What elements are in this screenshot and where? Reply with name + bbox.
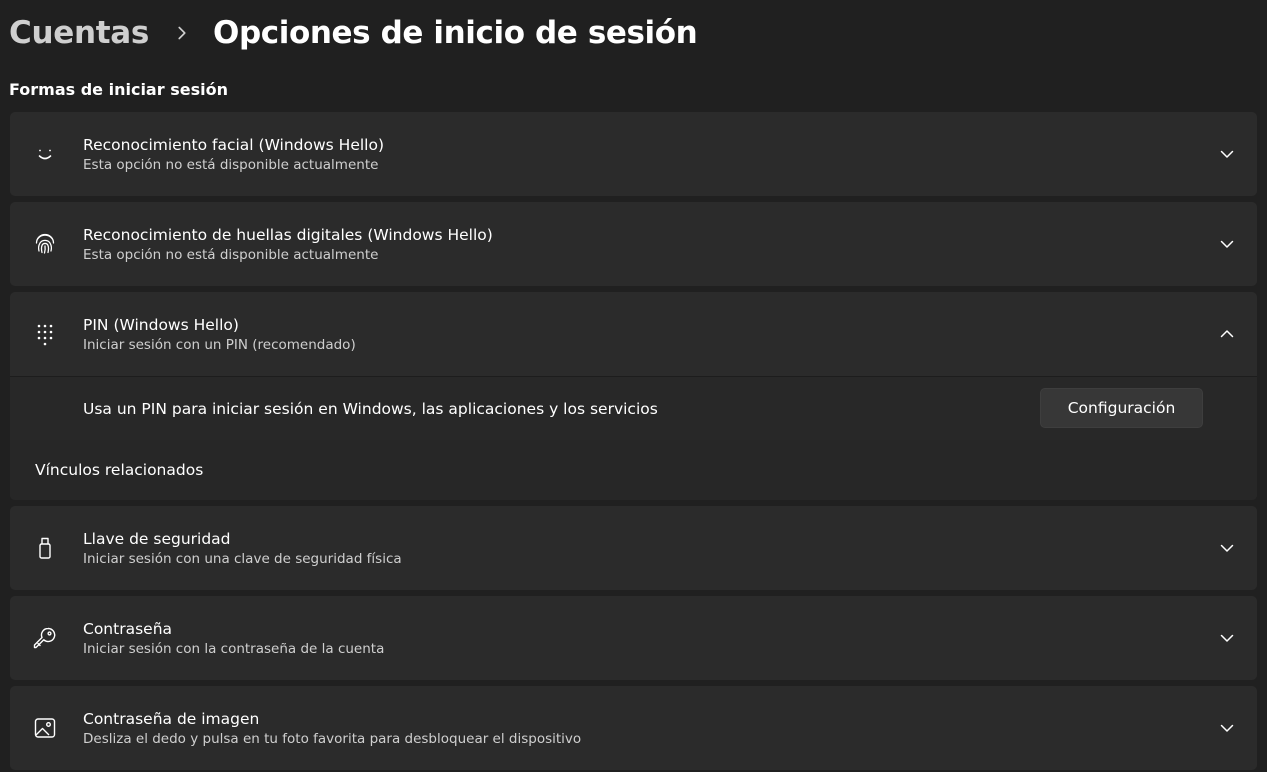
option-card-fingerprint[interactable]: Reconocimiento de huellas digitales (Win…: [10, 202, 1257, 286]
option-card-face[interactable]: Reconocimiento facial (Windows Hello) Es…: [10, 112, 1257, 196]
chevron-down-icon[interactable]: [1218, 539, 1236, 557]
chevron-down-icon[interactable]: [1218, 145, 1236, 163]
option-title: Reconocimiento facial (Windows Hello): [83, 135, 385, 154]
option-card-security-key[interactable]: Llave de seguridad Iniciar sesión con un…: [10, 506, 1257, 590]
option-header-security-key[interactable]: Llave de seguridad Iniciar sesión con un…: [10, 506, 1257, 590]
option-subtitle: Esta opción no está disponible actualmen…: [83, 246, 379, 263]
option-card-picture-password[interactable]: Contraseña de imagen Desliza el dedo y p…: [10, 686, 1257, 770]
picture-icon: [33, 716, 57, 740]
option-header-face[interactable]: Reconocimiento facial (Windows Hello) Es…: [10, 112, 1257, 196]
option-header-pin[interactable]: PIN (Windows Hello) Iniciar sesión con u…: [10, 292, 1257, 376]
smile-face-icon: [33, 142, 57, 166]
option-card-pin[interactable]: PIN (Windows Hello) Iniciar sesión con u…: [10, 292, 1257, 500]
option-card-password[interactable]: Contraseña Iniciar sesión con la contras…: [10, 596, 1257, 680]
key-icon: [33, 626, 57, 650]
chevron-down-icon[interactable]: [1218, 719, 1236, 737]
fingerprint-icon: [33, 232, 57, 256]
option-header-password[interactable]: Contraseña Iniciar sesión con la contras…: [10, 596, 1257, 680]
option-subtitle: Iniciar sesión con una clave de segurida…: [83, 550, 402, 567]
chevron-up-icon[interactable]: [1218, 325, 1236, 343]
option-subtitle: Desliza el dedo y pulsa en tu foto favor…: [83, 730, 582, 747]
breadcrumb-parent-link[interactable]: Cuentas: [9, 15, 149, 51]
keypad-dots-icon: [33, 322, 57, 346]
option-subtitle: Iniciar sesión con la contraseña de la c…: [83, 640, 385, 657]
option-title: Reconocimiento de huellas digitales (Win…: [83, 225, 493, 244]
chevron-down-icon[interactable]: [1218, 235, 1236, 253]
option-title: Llave de seguridad: [83, 529, 231, 548]
option-title: Contraseña: [83, 619, 173, 638]
option-header-fingerprint[interactable]: Reconocimiento de huellas digitales (Win…: [10, 202, 1257, 286]
related-links-row: Vínculos relacionados: [10, 440, 1257, 500]
pin-configuration-button[interactable]: Configuración: [1040, 388, 1203, 428]
option-title: Contraseña de imagen: [83, 709, 260, 728]
sign-in-options-page: Cuentas Opciones de inicio de sesión For…: [0, 0, 1267, 772]
option-header-picture-password[interactable]: Contraseña de imagen Desliza el dedo y p…: [10, 686, 1257, 770]
option-subtitle: Iniciar sesión con un PIN (recomendado): [83, 336, 356, 353]
chevron-down-icon[interactable]: [1218, 629, 1236, 647]
usb-key-icon: [33, 536, 57, 560]
page-title: Opciones de inicio de sesión: [213, 15, 698, 51]
section-title: Formas de iniciar sesión: [9, 80, 228, 99]
breadcrumb: Cuentas Opciones de inicio de sesión: [9, 10, 698, 56]
pin-description: Usa un PIN para iniciar sesión en Window…: [83, 399, 658, 418]
chevron-right-icon: [171, 22, 193, 44]
option-subtitle: Esta opción no está disponible actualmen…: [83, 156, 379, 173]
pin-setup-row: Usa un PIN para iniciar sesión en Window…: [10, 377, 1257, 440]
pin-expanded-panel: Usa un PIN para iniciar sesión en Window…: [10, 376, 1257, 500]
option-title: PIN (Windows Hello): [83, 315, 239, 334]
related-links-label: Vínculos relacionados: [35, 461, 204, 479]
